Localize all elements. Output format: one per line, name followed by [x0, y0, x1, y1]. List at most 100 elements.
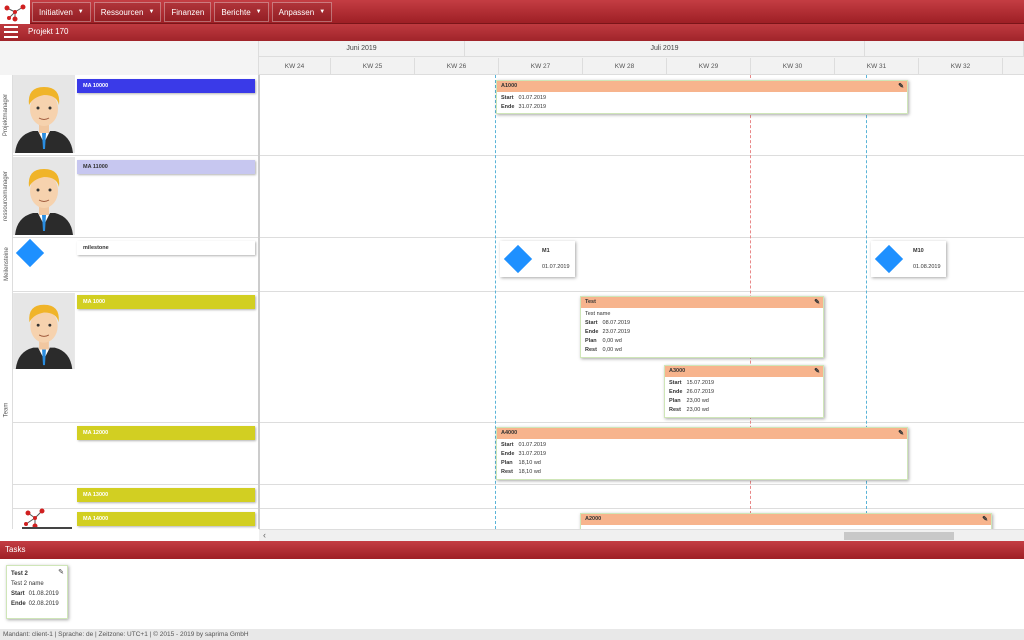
gantt-body[interactable]: Projektmanager ressourcemanager Meilenst…: [0, 75, 1024, 529]
edit-pencil-icon[interactable]: ✎: [982, 514, 988, 525]
menu-label: Initiativen: [39, 7, 73, 17]
resource-chip[interactable]: MA 10000: [77, 79, 255, 93]
avatar: [13, 293, 75, 369]
task-name: A2000: [585, 516, 602, 522]
horizontal-scrollbar[interactable]: ‹: [259, 529, 1024, 541]
task-header: Test ✎: [581, 297, 823, 308]
app-logo[interactable]: [0, 0, 30, 24]
week-header: KW 30: [751, 58, 835, 75]
end-label: Ende: [669, 389, 683, 395]
resource-chip[interactable]: MA 1000: [77, 295, 255, 309]
tasks-panel-header: Tasks: [0, 541, 1024, 559]
avatar: [13, 75, 75, 153]
task-bar[interactable]: A1000 ✎ Start 01.07.2019 Ende 31.07.2019: [496, 80, 908, 114]
task-name: Test 2: [11, 571, 28, 577]
week-header: KW 28: [583, 58, 667, 75]
group-label-ressourcemanager: ressourcemanager: [3, 170, 10, 222]
week-header: KW 26: [415, 58, 499, 75]
footer-status: Mandant: client-1 | Sprache: de | Zeitzo…: [0, 629, 1024, 640]
task-name: A1000: [501, 83, 518, 89]
week-header: KW 25: [331, 58, 415, 75]
month-header-june: Juni 2019: [259, 41, 465, 57]
task-end: 02.08.2019: [28, 601, 59, 607]
task-rest: 23,00 wd: [686, 407, 709, 413]
milestone-card[interactable]: M10 01.08.2019: [871, 241, 946, 277]
unassigned-task-card[interactable]: Test 2 ✎ Test 2 name Start 01.08.2019 En…: [6, 565, 68, 619]
edit-pencil-icon[interactable]: ✎: [898, 428, 904, 439]
resource-chip[interactable]: milestone: [77, 241, 255, 255]
menu-label: Finanzen: [171, 7, 205, 17]
resource-chip[interactable]: MA 14000: [77, 512, 255, 526]
task-start: 01.07.2019: [518, 95, 547, 101]
task-bar[interactable]: Test ✎ Test name Start 08.07.2019 Ende 2…: [580, 296, 824, 358]
week-header: KW 31: [835, 58, 919, 75]
plan-label: Plan: [501, 460, 513, 466]
milestone-diamond-icon: [15, 238, 45, 268]
start-label: Start: [501, 442, 514, 448]
start-label: Start: [585, 320, 598, 326]
timeline-header: Juni 2019 Juli 2019 KW 24 KW 25 KW 26 KW…: [0, 41, 1024, 75]
week-header: KW 29: [667, 58, 751, 75]
hamburger-menu-icon[interactable]: [4, 26, 18, 38]
resource-chip[interactable]: MA 11000: [77, 160, 255, 174]
task-start: 01.08.2019: [28, 591, 59, 597]
task-end: 31.07.2019: [518, 451, 547, 457]
task-name: Test: [585, 299, 596, 305]
task-subtitle: Test 2 name: [11, 581, 44, 587]
task-header: A2000 ✎: [581, 514, 991, 525]
menu-label: Anpassen: [278, 7, 315, 17]
end-label: Ende: [501, 104, 515, 110]
menu-finanzen[interactable]: Finanzen: [164, 2, 212, 22]
row-divider: [13, 237, 1024, 238]
menu-initiativen[interactable]: Initiativen ▼: [32, 2, 91, 22]
project-title: Projekt 170: [28, 27, 69, 36]
rest-label: Rest: [501, 469, 513, 475]
task-header: A3000 ✎: [665, 366, 823, 377]
task-name: A4000: [501, 430, 518, 436]
task-header: A1000 ✎: [497, 81, 907, 92]
tasks-panel: Test 2 ✎ Test 2 name Start 01.08.2019 En…: [0, 559, 1024, 629]
task-details: Test 2 ✎ Test 2 name Start 01.08.2019 En…: [7, 566, 67, 612]
task-plan: 18,10 wd: [518, 460, 541, 466]
menu-ressourcen[interactable]: Ressourcen ▼: [93, 2, 162, 22]
edit-pencil-icon[interactable]: ✎: [898, 81, 904, 92]
row-divider: [13, 484, 1024, 485]
caret-down-icon: ▼: [148, 9, 155, 15]
milestone-card[interactable]: M1 01.07.2019: [500, 241, 575, 277]
task-bar[interactable]: A3000 ✎ Start 15.07.2019 Ende 26.07.2019…: [664, 365, 824, 418]
resource-column-border: [258, 75, 260, 529]
edit-pencil-icon[interactable]: ✎: [814, 297, 820, 308]
resource-chip[interactable]: MA 12000: [77, 426, 255, 440]
scrollbar-thumb[interactable]: [844, 532, 954, 540]
task-rest: 18,10 wd: [518, 469, 541, 475]
start-label: Start: [501, 95, 514, 101]
edit-pencil-icon[interactable]: ✎: [58, 568, 64, 578]
milestone-diamond-icon: [503, 244, 533, 274]
row-divider: [13, 422, 1024, 423]
milestone-name: M10: [913, 248, 924, 254]
task-subtitle: Test name: [585, 311, 611, 317]
edit-pencil-icon[interactable]: ✎: [814, 366, 820, 377]
end-label: Ende: [501, 451, 515, 457]
task-bar[interactable]: A2000 ✎: [580, 513, 992, 529]
task-header: A4000 ✎: [497, 428, 907, 439]
milestone-date: 01.08.2019: [913, 264, 941, 270]
week-header: KW 27: [499, 58, 583, 75]
scroll-left-arrow-icon[interactable]: ‹: [263, 530, 266, 540]
menu-berichte[interactable]: Berichte ▼: [214, 2, 269, 22]
menu-label: Berichte: [221, 7, 251, 17]
caret-down-icon: ▼: [77, 9, 84, 15]
task-end: 23.07.2019: [602, 329, 631, 335]
task-rest: 0,00 wd: [602, 347, 622, 353]
top-menu-bar: Initiativen ▼ Ressourcen ▼ Finanzen Beri…: [0, 0, 1024, 24]
resource-chip[interactable]: MA 13000: [77, 488, 255, 502]
task-bar[interactable]: A4000 ✎ Start 01.07.2019 Ende 31.07.2019…: [496, 427, 908, 480]
task-name: A3000: [669, 368, 686, 374]
rest-label: Rest: [669, 407, 681, 413]
week-header: KW 32: [919, 58, 1003, 75]
row-divider: [13, 508, 1024, 509]
end-label: Ende: [585, 329, 599, 335]
caret-down-icon: ▼: [319, 9, 326, 15]
menu-anpassen[interactable]: Anpassen ▼: [271, 2, 333, 22]
menu-label: Ressourcen: [100, 7, 144, 17]
